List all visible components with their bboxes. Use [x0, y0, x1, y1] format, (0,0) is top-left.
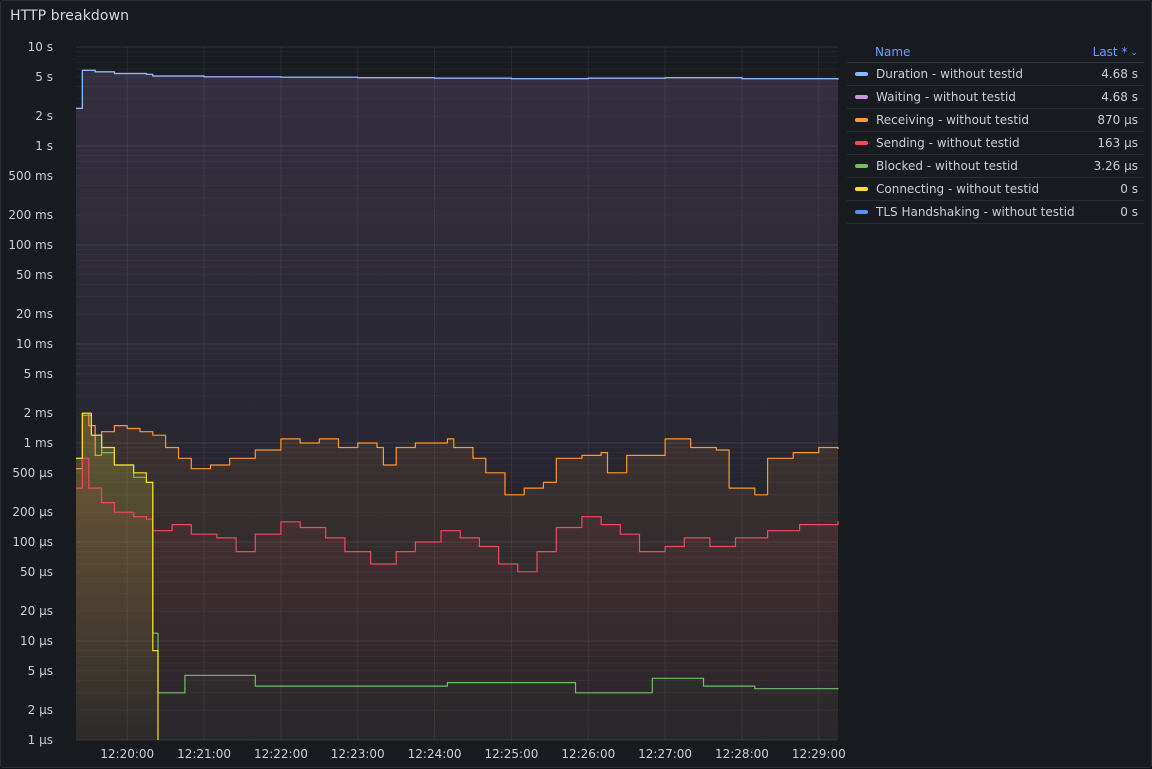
x-tick-label: 12:22:00: [254, 747, 308, 761]
series-color-swatch: [855, 72, 868, 76]
y-tick-label: 500 ms: [8, 169, 53, 183]
series-color-swatch: [855, 164, 868, 168]
legend-last-label: Last *: [1092, 44, 1128, 59]
x-tick-label: 12:24:00: [408, 747, 462, 761]
series-color-swatch: [855, 95, 868, 99]
legend-item-name: Duration - without testid: [876, 67, 1023, 81]
legend-item-last-value: 0 s: [1120, 205, 1138, 219]
legend-last-header[interactable]: Last * ⌄: [1093, 45, 1138, 59]
y-tick-label: 10 ms: [16, 337, 53, 351]
series-color-swatch: [855, 118, 868, 122]
legend-item-name: TLS Handshaking - without testid: [876, 205, 1075, 219]
series-color-swatch: [855, 210, 868, 214]
legend-name-header[interactable]: Name: [875, 45, 910, 59]
x-tick-label: 12:29:00: [792, 747, 846, 761]
x-tick-label: 12:20:00: [100, 747, 154, 761]
http-breakdown-panel: HTTP breakdown 10 s5 s2 s1 s 500 ms 200 ms…: [0, 0, 1152, 768]
y-tick-label: 2 s: [35, 109, 53, 123]
legend-item-last-value: 163 µs: [1097, 136, 1138, 150]
y-tick-label: 5 µs: [28, 664, 53, 678]
x-tick-label: 12:28:00: [715, 747, 769, 761]
y-tick-label: 1 s: [35, 139, 53, 153]
legend-item-name: Waiting - without testid: [876, 90, 1016, 104]
legend-item[interactable]: TLS Handshaking - without testid 0 s: [847, 201, 1144, 224]
y-tick-label: 1 µs: [28, 733, 53, 747]
legend-item-name: Blocked - without testid: [876, 159, 1018, 173]
x-tick-label: 12:23:00: [331, 747, 385, 761]
y-tick-label: 2 µs: [28, 703, 53, 717]
y-tick-label: 10 s: [28, 40, 53, 54]
legend-item-last-value: 3.26 µs: [1093, 159, 1138, 173]
legend-item-last-value: 4.68 s: [1101, 90, 1138, 104]
y-tick-label: 50 µs: [20, 565, 53, 579]
y-tick-label: 50 ms: [16, 268, 53, 282]
y-tick-label: 20 ms: [16, 307, 53, 321]
legend-item[interactable]: Sending - without testid 163 µs: [847, 132, 1144, 155]
y-tick-label: 2 ms: [24, 406, 53, 420]
legend-item[interactable]: Connecting - without testid 0 s: [847, 178, 1144, 201]
y-tick-label: 5 ms: [24, 367, 53, 381]
x-tick-label: 12:26:00: [561, 747, 615, 761]
legend-item-name: Receiving - without testid: [876, 113, 1030, 127]
legend-table: Name Last * ⌄ Duration - without testid 4…: [847, 41, 1144, 224]
y-tick-label: 1 ms: [24, 436, 53, 450]
legend-item-last-value: 0 s: [1120, 182, 1138, 196]
x-tick-label: 12:21:00: [177, 747, 231, 761]
legend-item[interactable]: Duration - without testid 4.68 s: [847, 63, 1144, 86]
y-tick-label: 200 ms: [8, 208, 53, 222]
series-color-swatch: [855, 141, 868, 145]
x-tick-label: 12:27:00: [638, 747, 692, 761]
legend-item-name: Connecting - without testid: [876, 182, 1040, 196]
legend-item-last-value: 870 µs: [1097, 113, 1138, 127]
y-tick-label: 100 µs: [12, 535, 53, 549]
y-tick-label: 10 µs: [20, 634, 53, 648]
legend-item[interactable]: Waiting - without testid 4.68 s: [847, 86, 1144, 109]
legend-header: Name Last * ⌄: [847, 41, 1144, 63]
series-color-swatch: [855, 187, 868, 191]
legend-item-name: Sending - without testid: [876, 136, 1020, 150]
legend-item[interactable]: Blocked - without testid 3.26 µs: [847, 155, 1144, 178]
y-tick-label: 20 µs: [20, 604, 53, 618]
chevron-down-icon: ⌄: [1130, 47, 1138, 58]
legend-item[interactable]: Receiving - without testid 870 µs: [847, 109, 1144, 132]
y-tick-label: 500 µs: [12, 466, 53, 480]
legend-item-last-value: 4.68 s: [1101, 67, 1138, 81]
y-tick-label: 100 ms: [8, 238, 53, 252]
y-tick-label: 200 µs: [12, 505, 53, 519]
time-series-chart[interactable]: 10 s 5 s 2 s 1 s 500 ms 200 ms 100 ms 50 ms 20 m…: [1, 1, 847, 769]
y-tick-label: 5 s: [35, 70, 53, 84]
x-tick-label: 12:25:00: [484, 747, 538, 761]
